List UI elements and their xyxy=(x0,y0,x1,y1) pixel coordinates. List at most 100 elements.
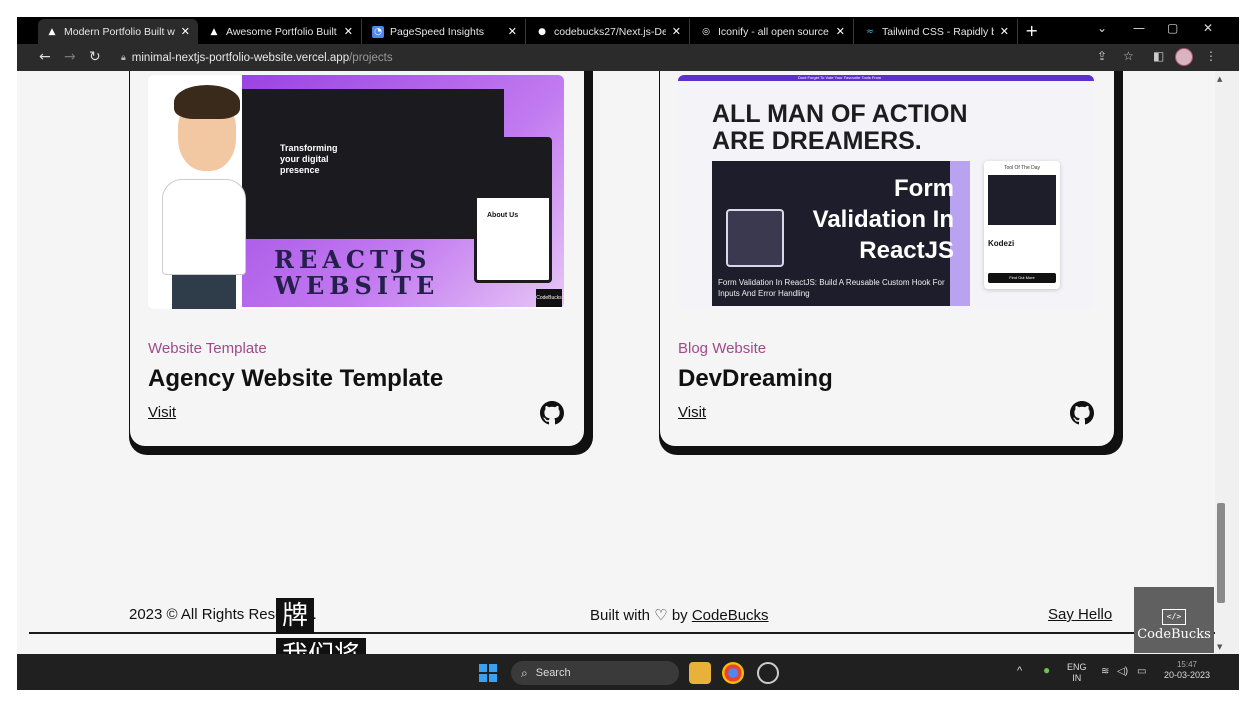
close-icon[interactable]: ✕ xyxy=(508,25,517,38)
forward-button[interactable]: → xyxy=(64,49,76,65)
language-indicator[interactable]: ENG IN xyxy=(1067,662,1087,684)
subtitle-line-1: 牌 xyxy=(276,598,315,634)
close-window-button[interactable]: ✕ xyxy=(1203,21,1213,35)
microphone-icon[interactable]: ● xyxy=(1043,664,1050,676)
image-phone-mockup: About Us xyxy=(474,137,552,283)
new-tab-button[interactable]: + xyxy=(1025,21,1038,40)
codebucks-link[interactable]: CodeBucks xyxy=(692,607,769,624)
codebucks-watermark-logo: </> CodeBucks xyxy=(1134,587,1214,653)
tab-title: codebucks27/Next.js-Devel xyxy=(554,25,666,38)
tab-strip: ▲ Modern Portfolio Built with ✕ ▲ Awesom… xyxy=(17,17,1239,44)
browser-toolbar: ← → ↻ 🔒︎ minimal-nextjs-portfolio-websit… xyxy=(17,44,1239,71)
close-icon[interactable]: ✕ xyxy=(672,25,681,38)
lang-text: ENG xyxy=(1067,662,1087,672)
url-text: minimal-nextjs-portfolio-website.vercel.… xyxy=(132,52,393,64)
project-type-label: Website Template xyxy=(148,340,267,357)
url-path: /projects xyxy=(349,52,393,64)
watermark-label: CodeBucks xyxy=(1137,627,1211,642)
footer-say-hello[interactable]: Say Hello xyxy=(1048,606,1112,623)
image-tool-title: Tool Of The Day xyxy=(1003,165,1041,171)
profile-avatar[interactable] xyxy=(1175,48,1193,66)
wifi-icon[interactable]: ≋ xyxy=(1101,666,1109,677)
url-host: minimal-nextjs-portfolio-website.vercel.… xyxy=(131,52,350,64)
tailwind-icon: ≈ xyxy=(866,26,874,37)
tab-title: Modern Portfolio Built with xyxy=(64,25,175,38)
footer-divider xyxy=(29,632,1215,634)
project-title: Agency Website Template xyxy=(148,365,444,392)
menu-dots-icon[interactable]: ⋮ xyxy=(1205,49,1217,63)
tab-tailwind[interactable]: ≈ Tailwind CSS - Rapidly build ✕ xyxy=(856,19,1018,44)
scroll-up-arrow[interactable]: ▲ xyxy=(1217,75,1222,83)
address-bar[interactable]: 🔒︎ minimal-nextjs-portfolio-website.verc… xyxy=(113,47,1198,69)
tab-awesome-portfolio[interactable]: ▲ Awesome Portfolio Built wit ✕ xyxy=(200,19,362,44)
image-brand-badge: CodeBucks xyxy=(536,289,562,307)
footer-built-with: Built with ♡ by CodeBucks xyxy=(590,606,769,624)
image-topbar-text: Dont Forget To Vote Your Favourite Tools… xyxy=(798,75,882,80)
close-icon[interactable]: ✕ xyxy=(1000,25,1009,38)
project-image-devdreaming[interactable]: Dont Forget To Vote Your Favourite Tools… xyxy=(678,75,1094,309)
say-hello-link[interactable]: Say Hello xyxy=(1048,606,1112,623)
windows-taskbar: ⌕ Search ^ ● ENG IN ≋ ◁) ▭ 15:47 20-03-2… xyxy=(17,654,1239,690)
vercel-icon: ▲ xyxy=(48,26,56,37)
project-type-label: Blog Website xyxy=(678,340,767,357)
reload-button[interactable]: ↻ xyxy=(89,49,101,65)
file-explorer-icon[interactable] xyxy=(689,662,711,684)
image-banner-title: Form Validation In ReactJS xyxy=(812,175,954,264)
share-icon[interactable]: ⇪ xyxy=(1097,49,1107,63)
github-icon: ● xyxy=(538,26,546,37)
scrollbar-thumb[interactable] xyxy=(1217,503,1225,603)
close-icon[interactable]: ✕ xyxy=(344,25,353,38)
built-with-text: Built with xyxy=(590,607,651,624)
project-title: DevDreaming xyxy=(678,365,833,392)
maximize-button[interactable]: ▢ xyxy=(1167,21,1178,35)
tab-github[interactable]: ● codebucks27/Next.js-Devel ✕ xyxy=(528,19,690,44)
tab-iconify[interactable]: ◎ Iconify - all open source ico ✕ xyxy=(692,19,854,44)
back-button[interactable]: ← xyxy=(39,49,51,65)
search-icon: ⌕ xyxy=(521,665,528,680)
image-headline: ALL MAN OF ACTION ARE DREAMERS. xyxy=(712,100,968,155)
close-icon[interactable]: ✕ xyxy=(836,25,845,38)
recorder-icon[interactable] xyxy=(757,662,779,684)
cartoon-character-illustration xyxy=(154,81,266,309)
clock[interactable]: 15:47 20-03-2023 xyxy=(1157,659,1217,681)
github-icon[interactable] xyxy=(1070,401,1094,425)
visit-link[interactable]: Visit xyxy=(678,404,706,421)
image-tool-button: Find Out More xyxy=(988,273,1056,283)
image-laptop-mockup: Transforming your digital presence xyxy=(242,89,504,239)
image-tool-card: Tool Of The Day Kodezi Find Out More xyxy=(984,161,1060,289)
taskbar-search[interactable]: ⌕ Search xyxy=(511,661,679,685)
by-text: by xyxy=(671,607,688,624)
speaker-icon[interactable]: ◁) xyxy=(1117,666,1128,677)
image-hero-text: Transforming your digital presence xyxy=(280,143,338,175)
browser-window: ▲ Modern Portfolio Built with ✕ ▲ Awesom… xyxy=(17,17,1239,690)
minimize-button[interactable]: — xyxy=(1133,21,1145,35)
image-caption: Form Validation In ReactJS: Build A Reus… xyxy=(718,278,945,298)
clock-date: 20-03-2023 xyxy=(1163,670,1211,680)
tab-title: Tailwind CSS - Rapidly build xyxy=(882,25,994,38)
github-icon[interactable] xyxy=(540,401,564,425)
windows-start-icon[interactable] xyxy=(479,664,497,682)
vercel-icon: ▲ xyxy=(210,26,218,37)
battery-icon[interactable]: ▭ xyxy=(1137,666,1146,677)
image-topbar: Dont Forget To Vote Your Favourite Tools… xyxy=(678,75,1094,81)
tab-search-icon[interactable]: ⌄ xyxy=(1097,21,1107,35)
code-icon: </> xyxy=(1162,609,1186,625)
scroll-down-arrow[interactable]: ▼ xyxy=(1217,643,1222,651)
image-reactjs-website-text: REACTJS WEBSITE xyxy=(274,245,440,300)
region-text: IN xyxy=(1072,673,1082,683)
tab-pagespeed[interactable]: ◔ PageSpeed Insights ✕ xyxy=(364,19,526,44)
visit-link[interactable]: Visit xyxy=(148,404,176,421)
chevron-up-icon[interactable]: ^ xyxy=(1017,666,1022,677)
tab-title: PageSpeed Insights xyxy=(390,25,484,38)
pagespeed-icon: ◔ xyxy=(372,25,384,38)
lock-icon[interactable]: 🔒︎ xyxy=(121,53,126,63)
image-tool-name: Kodezi xyxy=(988,239,1015,248)
close-icon[interactable]: ✕ xyxy=(181,25,190,38)
project-image-agency[interactable]: Transforming your digital presence About… xyxy=(148,75,564,309)
page-content: Transforming your digital presence About… xyxy=(17,71,1215,654)
bookmark-star-icon[interactable]: ☆ xyxy=(1123,49,1134,63)
tab-modern-portfolio[interactable]: ▲ Modern Portfolio Built with ✕ xyxy=(38,19,198,44)
side-panel-icon[interactable]: ◧ xyxy=(1153,49,1164,63)
iconify-icon: ◎ xyxy=(702,26,710,37)
chrome-icon[interactable] xyxy=(722,662,744,684)
